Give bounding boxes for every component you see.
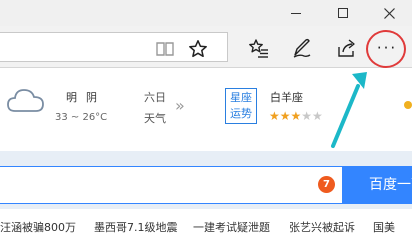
search-input[interactable] bbox=[0, 166, 343, 204]
hot-search-links: 汪涵被骗800万 墨西哥7.1级地震 一建考试疑泄题 张艺兴被起诉 国美 bbox=[0, 210, 412, 244]
notification-badge[interactable]: 7 bbox=[318, 176, 335, 193]
hot-link[interactable]: 一建考试疑泄题 bbox=[193, 219, 270, 235]
hot-link[interactable]: 国美 bbox=[373, 219, 395, 235]
search-button[interactable]: 百度一下 bbox=[343, 166, 412, 204]
hot-link[interactable]: 张艺兴被起诉 bbox=[289, 219, 355, 235]
hot-link[interactable]: 墨西哥7.1级地震 bbox=[94, 219, 178, 235]
hot-link[interactable]: 汪涵被骗800万 bbox=[0, 219, 76, 235]
